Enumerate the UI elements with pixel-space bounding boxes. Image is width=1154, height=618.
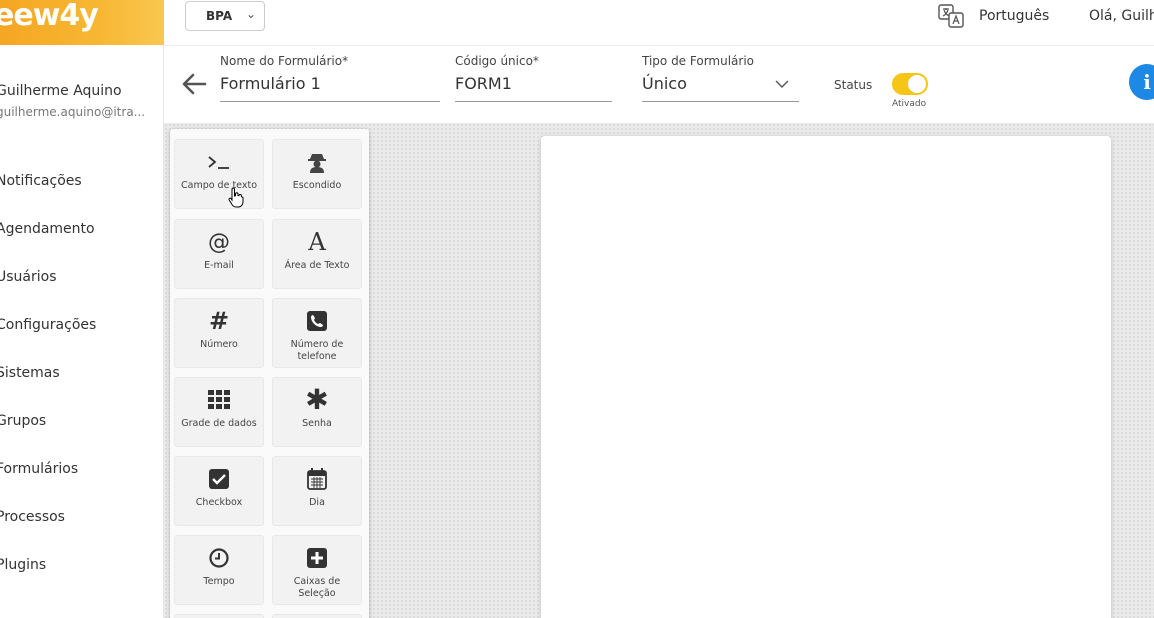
- form-name-field[interactable]: Nome do Formulário* Formulário 1: [220, 54, 440, 102]
- language-selector[interactable]: Português: [979, 8, 1049, 24]
- form-name-input[interactable]: Formulário 1: [220, 70, 440, 102]
- tile-label: Número: [200, 339, 238, 350]
- calendar-icon: [307, 468, 327, 490]
- tile-label: Grade de dados: [181, 418, 257, 429]
- form-code-field[interactable]: Código único* FORM1: [455, 54, 612, 102]
- sidebar-item-sistemas[interactable]: Sistemas: [0, 365, 60, 381]
- form-type-label: Tipo de Formulário: [642, 54, 755, 68]
- form-name-label: Nome do Formulário*: [220, 54, 349, 68]
- form-type-value: Único: [642, 74, 687, 93]
- workspace-select-value: BPA: [206, 9, 233, 23]
- form-header: Nome do Formulário* Formulário 1 Código …: [164, 46, 1154, 123]
- tile-label: Caixas de Seleção: [293, 576, 341, 599]
- tile-label: Número de telefone: [290, 339, 344, 362]
- brand-logo[interactable]: eew4y: [0, 0, 164, 45]
- info-icon: i: [1143, 70, 1151, 94]
- chevron-down-icon: [775, 80, 789, 88]
- palette-tile-data-grid[interactable]: Grade de dados: [174, 377, 264, 447]
- status-toggle-knob: [908, 75, 926, 93]
- sidebar-item-plugins[interactable]: Plugins: [0, 557, 46, 573]
- form-type-field[interactable]: Tipo de Formulário Único: [642, 54, 799, 102]
- palette-tile-hidden[interactable]: Escondido: [272, 139, 362, 209]
- component-palette: Campo de texto Escondido @ E-mail A Área…: [170, 129, 369, 618]
- palette-tile-text-field[interactable]: Campo de texto: [174, 139, 264, 209]
- hash-icon: #: [208, 307, 230, 335]
- asterisk-icon: ✱: [305, 383, 329, 416]
- palette-tile-partial[interactable]: [174, 614, 264, 618]
- form-canvas[interactable]: [541, 136, 1111, 618]
- form-builder-workspace: Campo de texto Escondido @ E-mail A Área…: [164, 123, 1154, 618]
- form-code-input[interactable]: FORM1: [455, 70, 612, 102]
- brand-logo-text: eew4y: [0, 0, 99, 33]
- workspace-select[interactable]: BPA ⌄: [185, 1, 265, 31]
- phone-icon: [307, 311, 327, 331]
- user-email: guilherme.aquino@itra...: [0, 105, 146, 119]
- plus-square-icon: [307, 548, 327, 568]
- tile-label: Tempo: [203, 576, 235, 587]
- tile-label: Senha: [302, 418, 332, 429]
- font-icon: A: [308, 228, 326, 256]
- tile-label: Campo de texto: [180, 180, 258, 191]
- terminal-icon: [208, 156, 229, 169]
- sidebar-item-processos[interactable]: Processos: [0, 509, 65, 525]
- palette-tile-select-boxes[interactable]: Caixas de Seleção: [272, 535, 362, 605]
- status-toggle[interactable]: [892, 73, 928, 95]
- check-square-icon: [209, 469, 229, 489]
- grid-icon: [208, 390, 230, 409]
- palette-tile-checkbox[interactable]: Checkbox: [174, 456, 264, 526]
- tile-label: Escondido: [292, 180, 342, 191]
- sidebar-item-usuarios[interactable]: Usuários: [0, 269, 57, 285]
- at-icon: @: [208, 229, 230, 255]
- user-secret-icon: [308, 154, 326, 173]
- tile-label: Checkbox: [195, 497, 243, 508]
- palette-tile-textarea[interactable]: A Área de Texto: [272, 219, 362, 289]
- user-greeting[interactable]: Olá, Guilherme: [1089, 8, 1154, 24]
- user-name: Guilherme Aquino: [0, 83, 122, 99]
- info-button[interactable]: i: [1129, 64, 1154, 100]
- palette-tile-email[interactable]: @ E-mail: [174, 219, 264, 289]
- sidebar-item-grupos[interactable]: Grupos: [0, 413, 46, 429]
- palette-tile-time[interactable]: Tempo: [174, 535, 264, 605]
- tile-label: Dia: [309, 497, 325, 508]
- palette-tile-phone[interactable]: Número de telefone: [272, 298, 362, 368]
- sidebar: Guilherme Aquino guilherme.aquino@itra..…: [0, 45, 164, 618]
- chevron-down-icon: ⌄: [245, 7, 256, 21]
- status-label: Status: [834, 78, 873, 92]
- palette-tile-number[interactable]: # Número: [174, 298, 264, 368]
- palette-tile-password[interactable]: ✱ Senha: [272, 377, 362, 447]
- clock-icon: [209, 548, 229, 568]
- form-code-label: Código único*: [455, 54, 539, 68]
- sidebar-item-notificacoes[interactable]: Notificações: [0, 173, 82, 189]
- palette-tile-partial[interactable]: [272, 614, 362, 618]
- palette-tile-day[interactable]: Dia: [272, 456, 362, 526]
- status-state-text: Ativado: [892, 99, 927, 109]
- form-type-select[interactable]: Único: [642, 70, 799, 102]
- back-arrow-icon[interactable]: [181, 71, 207, 97]
- sidebar-item-configuracoes[interactable]: Configurações: [0, 317, 96, 333]
- sidebar-item-agendamento[interactable]: Agendamento: [0, 221, 95, 237]
- tile-label: Área de Texto: [284, 260, 350, 271]
- top-bar: BPA ⌄ Português Olá, Guilherme: [164, 0, 1154, 46]
- sidebar-item-formularios[interactable]: Formulários: [0, 461, 78, 477]
- tile-label: E-mail: [204, 260, 234, 271]
- translate-icon[interactable]: [938, 4, 964, 28]
